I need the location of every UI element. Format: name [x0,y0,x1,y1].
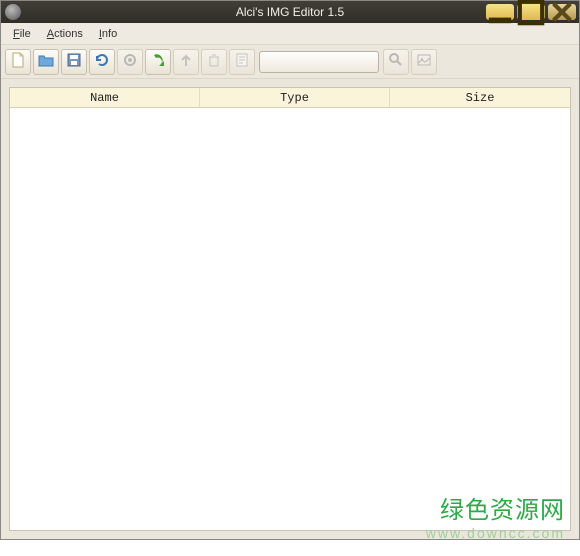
export-button[interactable] [173,49,199,75]
menu-file-label: ile [20,28,31,40]
gear-icon [122,52,138,71]
menu-actions-label: ctions [54,28,83,40]
menu-info[interactable]: Info [91,26,125,42]
folder-icon [38,52,54,71]
column-header-name[interactable]: Name [10,88,200,107]
document-icon [234,52,250,71]
column-header-type[interactable]: Type [200,88,390,107]
menubar: File Actions Info [1,23,579,45]
arrow-up-icon [178,52,194,71]
titlebar[interactable]: Alci's IMG Editor 1.5 [1,1,579,23]
file-icon [10,52,26,71]
window-controls [486,4,579,20]
close-button[interactable] [548,4,576,20]
menu-file[interactable]: File [5,26,39,42]
table-header: Name Type Size [10,88,570,108]
search-input[interactable] [259,51,379,73]
save-icon [66,52,82,71]
image-icon [416,52,432,71]
trash-icon [206,52,222,71]
settings-button[interactable] [117,49,143,75]
main-window: Alci's IMG Editor 1.5 File Actions Info [0,0,580,540]
menu-actions[interactable]: Actions [39,26,91,42]
open-button[interactable] [33,49,59,75]
import-button[interactable] [145,49,171,75]
search-button[interactable] [383,49,409,75]
arrow-down-icon [150,52,166,71]
rename-button[interactable] [229,49,255,75]
new-button[interactable] [5,49,31,75]
refresh-icon [94,52,110,71]
maximize-button[interactable] [517,4,545,20]
file-list-panel: Name Type Size [9,87,571,531]
refresh-button[interactable] [89,49,115,75]
search-icon [388,52,404,71]
view-button[interactable] [411,49,437,75]
toolbar [1,45,579,79]
table-body[interactable] [10,108,570,530]
minimize-button[interactable] [486,4,514,20]
delete-button[interactable] [201,49,227,75]
app-icon [5,4,21,20]
content-area: Name Type Size [1,79,579,539]
menu-info-label: nfo [102,28,117,40]
save-button[interactable] [61,49,87,75]
column-header-size[interactable]: Size [390,88,570,107]
